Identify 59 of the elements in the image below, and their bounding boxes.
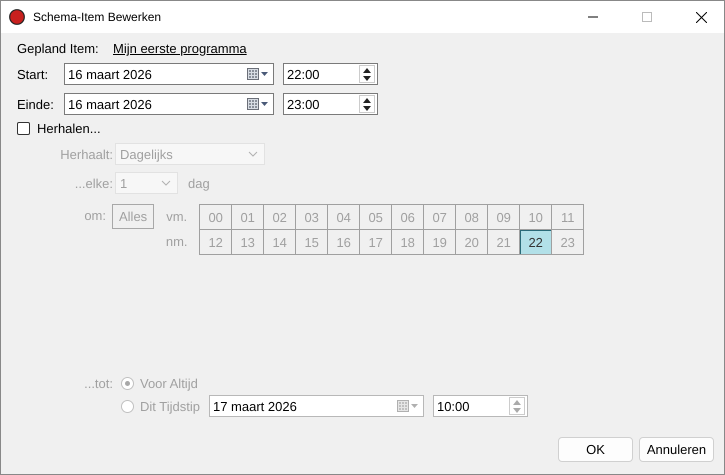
- hour-cell[interactable]: 06: [392, 205, 424, 230]
- window-title: Schema-Item Bewerken: [33, 10, 162, 24]
- calendar-icon[interactable]: [247, 98, 269, 110]
- hour-cell[interactable]: 22: [520, 230, 552, 255]
- field-label: Einde:: [17, 96, 55, 112]
- pm-label: nm.: [166, 233, 188, 251]
- am-label: vm.: [166, 208, 188, 226]
- hour-cell[interactable]: 12: [200, 230, 232, 255]
- chevron-down-icon: [161, 180, 171, 186]
- hour-cell[interactable]: 11: [552, 205, 584, 230]
- scheduled-item-label: Gepland Item:: [17, 41, 100, 56]
- hour-cell[interactable]: 03: [296, 205, 328, 230]
- all-button[interactable]: Alles: [112, 204, 154, 229]
- hour-cell[interactable]: 05: [360, 205, 392, 230]
- hour-cell[interactable]: 00: [200, 205, 232, 230]
- hour-cell[interactable]: 04: [328, 205, 360, 230]
- hour-cell[interactable]: 20: [456, 230, 488, 255]
- hour-cell[interactable]: 08: [456, 205, 488, 230]
- chevron-down-icon: [248, 151, 258, 157]
- hour-cell[interactable]: 01: [232, 205, 264, 230]
- hour-cell[interactable]: 13: [232, 230, 264, 255]
- close-icon[interactable]: [696, 12, 706, 22]
- repeat-checkbox[interactable]: [17, 122, 30, 135]
- hour-cell[interactable]: 17: [360, 230, 392, 255]
- app-icon: [9, 9, 25, 25]
- radio-button[interactable]: [121, 400, 134, 412]
- repeats-label: Herhaalt:: [59, 146, 114, 162]
- hour-cell[interactable]: 18: [392, 230, 424, 255]
- interval-dropdown[interactable]: 1: [115, 172, 178, 194]
- time-field[interactable]: 10:00: [432, 395, 528, 417]
- hour-cell[interactable]: 14: [264, 230, 296, 255]
- spin-buttons[interactable]: [359, 95, 375, 113]
- radio-button[interactable]: [121, 377, 134, 390]
- hour-cell[interactable]: 23: [552, 230, 584, 255]
- field-label: Start:: [17, 66, 50, 82]
- option-label: Dit Tijdstip: [140, 398, 200, 414]
- date-picker[interactable]: 17 maart 2026: [208, 395, 424, 417]
- program-link[interactable]: Mijn eerste programma: [113, 41, 247, 56]
- repeat-label: Herhalen...: [37, 121, 101, 136]
- hour-cell[interactable]: 09: [488, 205, 520, 230]
- hour-cell[interactable]: 16: [328, 230, 360, 255]
- spin-buttons[interactable]: [359, 65, 375, 83]
- hour-cell[interactable]: 15: [296, 230, 328, 255]
- frequency-dropdown[interactable]: Dagelijks: [115, 143, 265, 165]
- date-picker[interactable]: 16 maart 2026: [64, 63, 274, 85]
- every-label: ...elke:: [74, 176, 114, 190]
- dialog-button[interactable]: OK: [558, 437, 633, 462]
- option-label: Voor Altijd: [140, 376, 198, 391]
- at-label: om:: [83, 208, 107, 223]
- date-picker[interactable]: 16 maart 2026: [64, 93, 274, 115]
- hour-cell[interactable]: 19: [424, 230, 456, 255]
- hour-cell[interactable]: 07: [424, 205, 456, 230]
- unit-label: dag: [188, 176, 210, 190]
- dialog-button[interactable]: Annuleren: [639, 437, 714, 462]
- until-label: ...tot:: [83, 376, 114, 391]
- time-field[interactable]: 23:00: [283, 93, 378, 115]
- calendar-icon[interactable]: [247, 68, 269, 80]
- time-field[interactable]: 22:00: [283, 63, 378, 85]
- hour-cell[interactable]: 02: [264, 205, 296, 230]
